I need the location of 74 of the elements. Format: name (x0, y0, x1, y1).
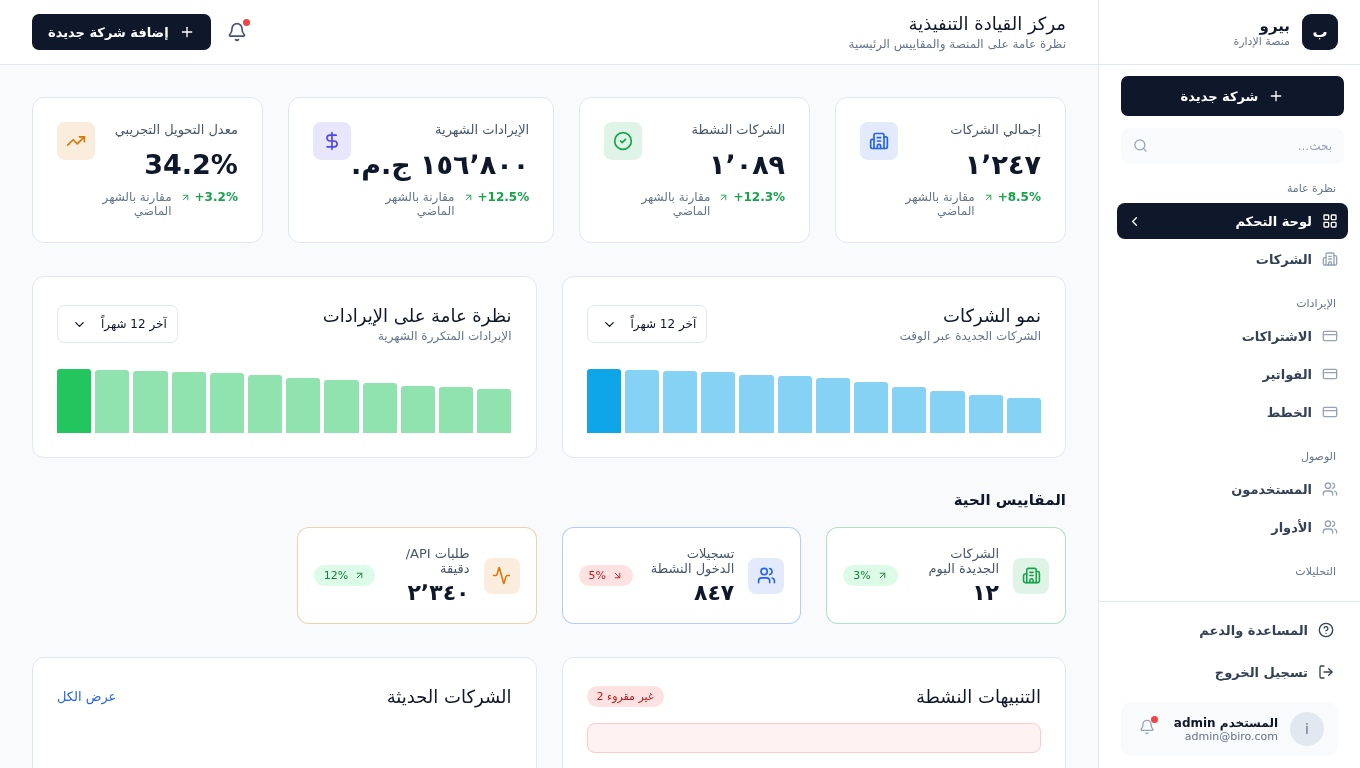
nav-section-label: الوصول (1299, 449, 1337, 465)
nav-item[interactable]: الفواتير (1117, 356, 1348, 392)
nav-item[interactable]: الأدوار (1117, 509, 1348, 545)
stat-note: مقارنة بالشهر الماضي (101, 190, 172, 218)
stat-title: إجمالي الشركات (950, 122, 1041, 137)
stat-title: الإيرادات الشهرية (434, 122, 530, 137)
card-title: التنبيهات النشطة (915, 686, 1041, 707)
footer-link[interactable]: تسجيل الخروج (1121, 652, 1338, 692)
help-icon (1318, 622, 1334, 638)
users-icon (748, 557, 785, 594)
bell-icon[interactable] (226, 22, 247, 42)
building-icon (1013, 557, 1049, 594)
users-icon (1322, 519, 1338, 535)
card-icon (1322, 366, 1338, 382)
page-title: مركز القيادة التنفيذية (907, 13, 1066, 34)
metric-title: تسجيلات الدخول النشطة (649, 546, 735, 576)
nav-item[interactable]: الشركات (1117, 241, 1348, 277)
nav-section-label: نظرة عامة (1285, 181, 1337, 197)
view-all-link[interactable]: عرض الكل (57, 689, 117, 704)
metric-title: طلبات API/دقيقة (404, 546, 470, 576)
pulse-icon (483, 557, 520, 594)
grid-icon (1322, 213, 1338, 229)
chart-subtitle: الشركات الجديدة عبر الوقت (899, 329, 1041, 343)
users-icon (1322, 481, 1338, 497)
building-icon (1322, 251, 1338, 267)
page-subtitle: نظرة عامة على المنصة والمقاييس الرئيسية (848, 37, 1066, 51)
nav-item[interactable]: لوحة التحكم (1117, 203, 1348, 239)
nav-item[interactable]: المستخدمون (1117, 471, 1348, 507)
stat-change: +8.5% (982, 190, 1041, 204)
stat-note: مقارنة بالشهر الماضي (640, 190, 711, 218)
stat-note: مقارنة بالشهر الماضي (904, 190, 975, 218)
stat-title: معدل التحويل التجريبي (114, 122, 238, 137)
metric-value: ١٢ (971, 580, 999, 605)
change-badge: 5% (578, 565, 633, 586)
stat-change: +12.3% (718, 190, 786, 204)
footer-link[interactable]: المساعدة والدعم (1121, 610, 1338, 650)
stat-title: الشركات النشطة (691, 122, 786, 137)
unread-badge: 2 غير مقروء (586, 686, 664, 707)
metric-value: ٨٤٧ (692, 580, 735, 605)
user-email: admin@biro.com (1183, 729, 1278, 743)
brand-name: بيرو (1258, 16, 1290, 35)
stat-value: ١٬٠٨٩ (707, 149, 786, 180)
nav-item[interactable]: الخطط (1117, 394, 1348, 430)
brand-tagline: منصة الإدارة (1233, 34, 1290, 48)
search-icon (1133, 138, 1148, 153)
card-icon (1322, 328, 1338, 344)
user-avatar: i (1290, 712, 1324, 746)
metric-value: ٢٬٣٤٠ (406, 580, 470, 605)
period-select[interactable]: آخر 12 شهراً (57, 305, 178, 343)
logout-icon (1318, 664, 1334, 680)
nav-section-label: الإيرادات (1295, 296, 1337, 312)
stat-value: ١٬٢٤٧ (963, 149, 1041, 180)
logo-badge: ب (1302, 14, 1338, 50)
metric-title: الشركات الجديدة اليوم (927, 546, 999, 576)
stat-value: ١٥٦٬٨٠٠ ج.م. (350, 149, 530, 180)
chart-title: نمو الشركات (942, 305, 1041, 326)
chart-title: نظرة عامة على الإيرادات (322, 305, 512, 326)
new-company-button[interactable]: شركة جديدة (1121, 76, 1344, 116)
search-field[interactable]: بحث... (1121, 128, 1344, 164)
card-title: الشركات الحديثة (386, 686, 512, 707)
chart-subtitle: الإيرادات المتكررة الشهرية (376, 329, 512, 343)
add-company-button[interactable]: إضافة شركة جديدة (32, 14, 211, 50)
card-icon (1322, 404, 1338, 420)
stat-change: +3.2% (179, 190, 238, 204)
nav-item[interactable]: الاشتراكات (1117, 318, 1348, 354)
user-name: المستخدم admin (1172, 715, 1278, 730)
change-badge: 12% (313, 565, 376, 586)
nav-section-label: التحليلات (1294, 564, 1337, 580)
change-badge: 3% (843, 565, 898, 586)
stat-change: +12.5% (462, 190, 530, 204)
period-select[interactable]: آخر 12 شهراً (586, 305, 708, 343)
stat-note: مقارنة بالشهر الماضي (384, 190, 455, 218)
stat-value: 34.2% (143, 149, 238, 180)
section-title: المقاييس الحية (952, 491, 1066, 509)
